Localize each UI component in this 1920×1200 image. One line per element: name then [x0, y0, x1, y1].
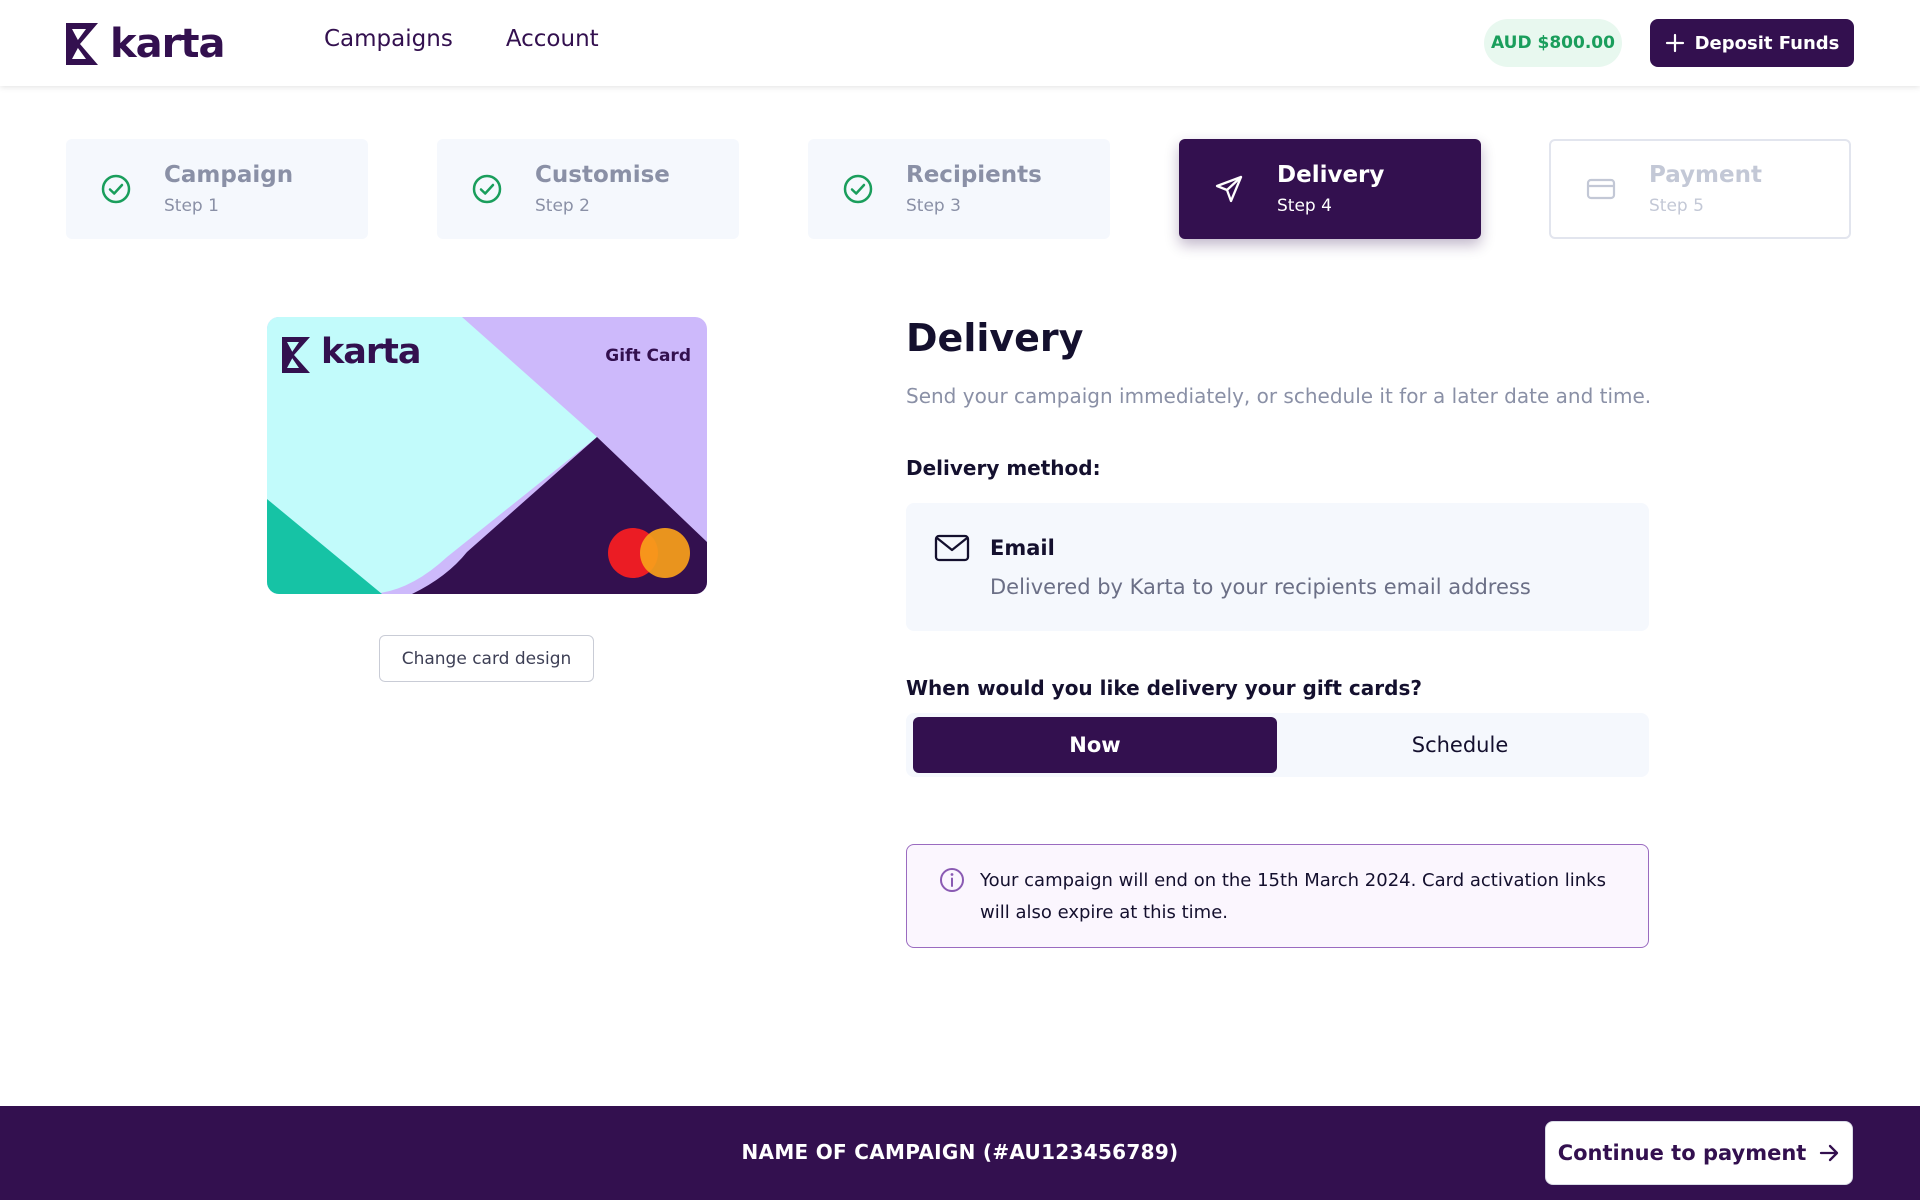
timing-option-now[interactable]: Now — [913, 717, 1277, 773]
deposit-funds-label: Deposit Funds — [1694, 32, 1840, 54]
balance-badge: AUD $800.00 — [1484, 19, 1622, 67]
top-header: karta Campaigns Account AUD $800.00 Depo… — [0, 0, 1920, 86]
step-number: Step 5 — [1649, 196, 1704, 216]
plus-icon — [1665, 33, 1684, 53]
page-subtitle: Send your campaign immediately, or sched… — [906, 384, 1652, 408]
karta-logo[interactable]: karta — [66, 21, 225, 67]
send-icon — [1215, 175, 1243, 203]
continue-label: Continue to payment — [1557, 1141, 1807, 1165]
campaign-end-notice: Your campaign will end on the 15th March… — [906, 844, 1649, 948]
delivery-timing-label: When would you like delivery your gift c… — [906, 676, 1422, 700]
nav-campaigns[interactable]: Campaigns — [324, 26, 453, 52]
change-card-design-button[interactable]: Change card design — [379, 635, 594, 682]
step-title: Campaign — [164, 162, 294, 188]
card-logo-text: karta — [321, 332, 422, 372]
info-icon — [940, 868, 964, 892]
notice-text: Your campaign will end on the 15th March… — [980, 870, 1606, 923]
footer-bar: NAME OF CAMPAIGN (#AU123456789) Continue… — [0, 1106, 1920, 1200]
credit-card-icon — [1586, 178, 1616, 200]
step-number: Step 3 — [906, 196, 961, 216]
check-circle-icon — [843, 174, 873, 204]
step-customise[interactable]: Customise Step 2 — [437, 139, 739, 239]
step-number: Step 4 — [1277, 196, 1332, 216]
nav-account[interactable]: Account — [506, 26, 599, 52]
step-number: Step 1 — [164, 196, 219, 216]
main-nav: Campaigns Account — [324, 26, 599, 52]
gift-card-label: Gift Card — [605, 346, 691, 366]
step-title: Payment — [1649, 162, 1762, 188]
arrow-right-icon — [1820, 1144, 1839, 1162]
step-number: Step 2 — [535, 196, 590, 216]
mail-icon — [934, 534, 970, 562]
check-circle-icon — [101, 174, 131, 204]
step-delivery[interactable]: Delivery Step 4 — [1179, 139, 1481, 239]
delivery-timing-toggle: Now Schedule — [906, 713, 1649, 777]
check-circle-icon — [472, 174, 502, 204]
step-title: Recipients — [906, 162, 1042, 188]
karta-logo-icon — [66, 23, 98, 65]
method-description: Delivered by Karta to your recipients em… — [990, 575, 1531, 599]
step-title: Delivery — [1277, 162, 1385, 188]
step-payment[interactable]: Payment Step 5 — [1549, 139, 1851, 239]
timing-option-schedule[interactable]: Schedule — [1278, 717, 1642, 773]
gift-card-preview: karta Gift Card — [267, 317, 707, 594]
delivery-method-email[interactable]: Email Delivered by Karta to your recipie… — [906, 503, 1649, 631]
step-recipients[interactable]: Recipients Step 3 — [808, 139, 1110, 239]
continue-to-payment-button[interactable]: Continue to payment — [1545, 1121, 1853, 1185]
step-campaign[interactable]: Campaign Step 1 — [66, 139, 368, 239]
logo-text: karta — [110, 21, 225, 67]
step-title: Customise — [535, 162, 670, 188]
method-title: Email — [990, 536, 1055, 560]
page-title: Delivery — [906, 316, 1084, 360]
deposit-funds-button[interactable]: Deposit Funds — [1650, 19, 1854, 67]
delivery-method-label: Delivery method: — [906, 456, 1101, 480]
